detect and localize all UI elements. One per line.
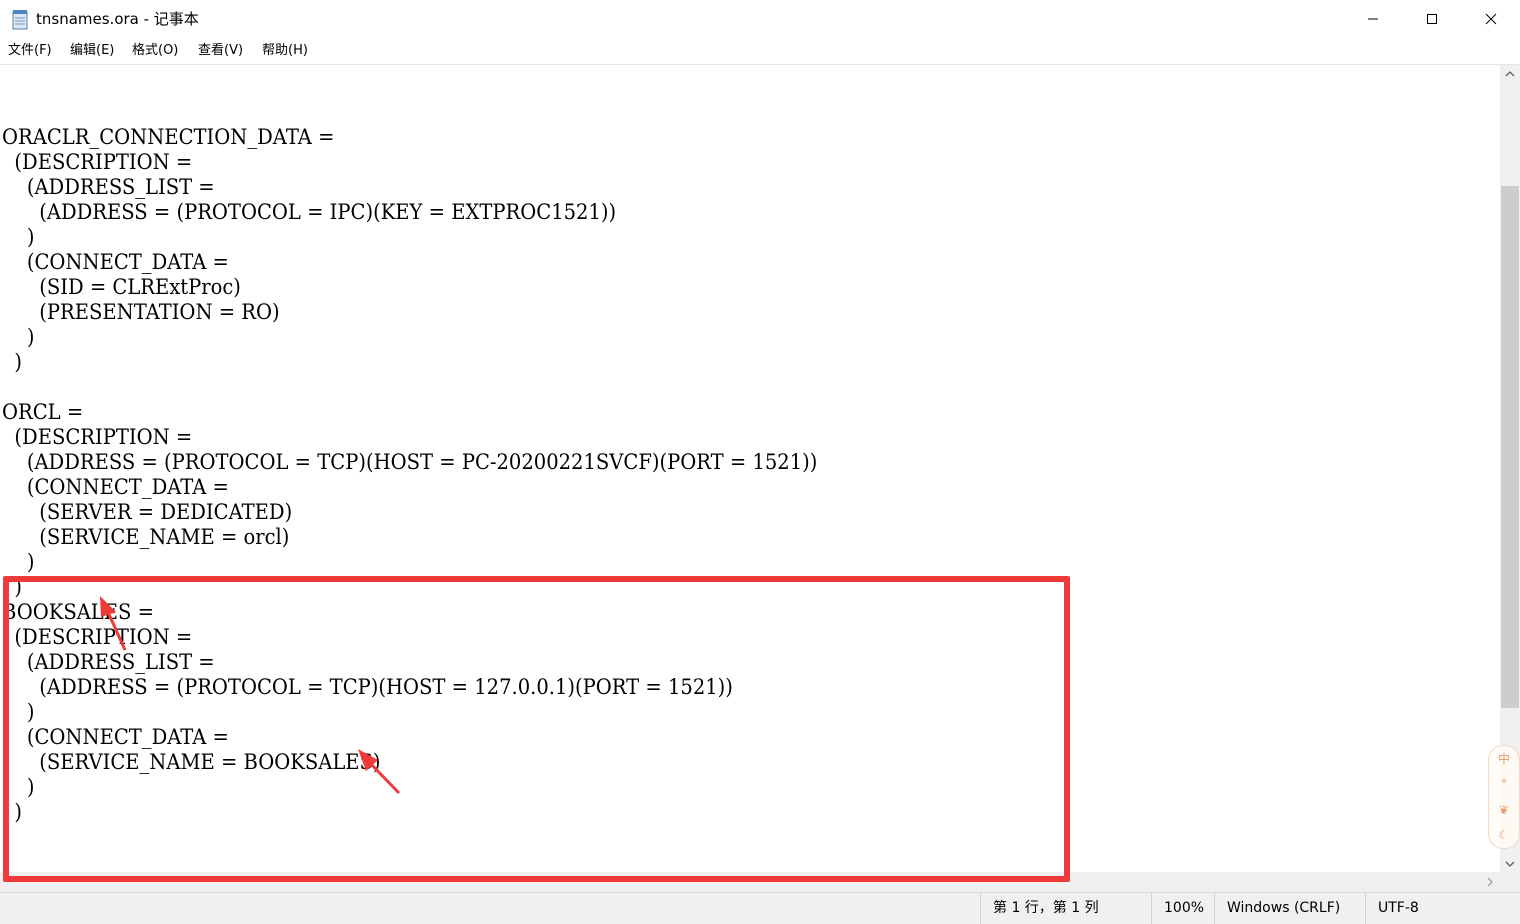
encoding: UTF-8	[1365, 893, 1520, 924]
maximize-icon	[1426, 14, 1437, 24]
scroll-down-button[interactable]	[1500, 855, 1520, 872]
text-line: )	[2, 325, 35, 349]
menu-help[interactable]: 帮助(H)	[262, 42, 308, 60]
text-line: )	[2, 550, 35, 574]
menu-edit[interactable]: 编辑(E)	[70, 42, 114, 60]
chevron-down-icon	[1505, 861, 1515, 867]
title-bar[interactable]: tnsnames.ora - 记事本	[0, 0, 1520, 39]
highlight-box	[3, 576, 1070, 882]
text-line: (ADDRESS = (PROTOCOL = IPC)(KEY = EXTPRO…	[2, 200, 617, 224]
text-line: (CONNECT_DATA =	[2, 475, 229, 499]
text-line: ORACLR_CONNECTION_DATA =	[2, 125, 335, 149]
ime-language-toggle[interactable]: 中	[1498, 752, 1510, 766]
text-line: )	[2, 350, 23, 374]
scroll-thumb[interactable]	[1501, 186, 1519, 708]
text-line: (CONNECT_DATA =	[2, 250, 229, 274]
minimize-icon	[1367, 18, 1378, 20]
chevron-up-icon	[1505, 70, 1515, 76]
text-line: (SID = CLRExtProc)	[2, 275, 241, 299]
ime-toolbar[interactable]: 中 ° ❦ ☾	[1488, 745, 1520, 849]
text-line: (DESCRIPTION =	[2, 425, 193, 449]
zoom-level: 100%	[1151, 893, 1213, 924]
text-line: (PRESENTATION = RO)	[2, 300, 280, 324]
close-button[interactable]	[1461, 0, 1520, 38]
menu-bar: 文件(F) 编辑(E) 格式(O) 查看(V) 帮助(H)	[0, 38, 1520, 65]
status-bar: 第 1 行，第 1 列 100% Windows (CRLF) UTF-8	[0, 892, 1520, 924]
menu-view[interactable]: 查看(V)	[198, 42, 243, 60]
scrollbar-corner	[1500, 872, 1520, 892]
scroll-right-button[interactable]	[1480, 872, 1500, 892]
close-icon	[1485, 13, 1496, 25]
maximize-button[interactable]	[1402, 0, 1461, 38]
line-ending: Windows (CRLF)	[1214, 893, 1364, 924]
text-line: )	[2, 225, 35, 249]
menu-file[interactable]: 文件(F)	[8, 42, 52, 60]
ime-moon-icon[interactable]: ☾	[1499, 828, 1510, 842]
menu-format[interactable]: 格式(O)	[132, 42, 178, 60]
ime-punctuation-toggle[interactable]: °	[1501, 777, 1507, 791]
text-line: (SERVICE_NAME = orcl)	[2, 525, 290, 549]
notepad-icon	[12, 10, 28, 30]
text-line: (DESCRIPTION =	[2, 150, 193, 174]
minimize-button[interactable]	[1343, 0, 1402, 38]
cursor-position: 第 1 行，第 1 列	[980, 893, 1150, 924]
text-line: (ADDRESS_LIST =	[2, 175, 215, 199]
text-line: (ADDRESS = (PROTOCOL = TCP)(HOST = PC-20…	[2, 450, 818, 474]
text-line: ORCL =	[2, 400, 84, 424]
text-line: (SERVER = DEDICATED)	[2, 500, 293, 524]
window-title: tnsnames.ora - 记事本	[36, 10, 199, 28]
scroll-up-button[interactable]	[1500, 65, 1520, 82]
chevron-right-icon	[1487, 877, 1493, 887]
ime-skin-icon[interactable]: ❦	[1499, 803, 1509, 817]
